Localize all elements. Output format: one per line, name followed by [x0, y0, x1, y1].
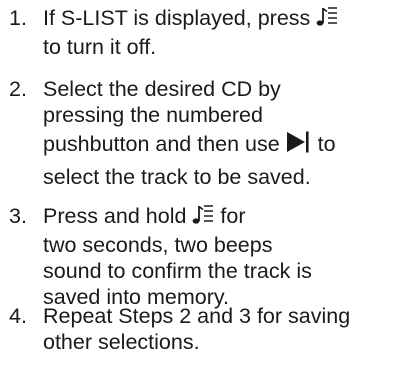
music-note-list-icon	[192, 204, 214, 232]
step-line: other selections.	[43, 330, 200, 354]
step-number: 4.	[9, 304, 27, 328]
step-body: Press and hold for two seconds, two beep…	[43, 203, 395, 310]
step-line: two seconds, two beeps	[43, 233, 273, 257]
music-note-list-icon	[316, 6, 338, 34]
step-body: Repeat Steps 2 and 3 for saving other se…	[43, 303, 395, 355]
step-body: Select the desired CD by pressing the nu…	[43, 76, 395, 190]
step-line: pressing the numbered	[43, 103, 263, 127]
step-text: for	[220, 204, 246, 228]
step-line: sound to confirm the track is	[43, 259, 312, 283]
step-2: 2. Select the desired CD by pressing the…	[9, 76, 395, 190]
step-number: 3.	[9, 204, 27, 228]
instructions-list: 1. If S-LIST is displayed, press to turn…	[0, 0, 399, 373]
step-text: pushbutton and then use	[43, 132, 280, 156]
step-line: to turn it off.	[43, 35, 157, 59]
step-body: If S-LIST is displayed, press to turn it…	[43, 5, 395, 60]
step-line: If S-LIST is displayed, press	[43, 5, 395, 34]
step-line: Press and hold for	[43, 203, 395, 232]
step-1: 1. If S-LIST is displayed, press to turn…	[9, 5, 395, 60]
step-text: If S-LIST is displayed, press	[43, 6, 311, 30]
step-line: Repeat Steps 2 and 3 for saving	[43, 304, 351, 328]
step-line: pushbutton and then use to	[43, 128, 395, 164]
step-line: Select the desired CD by	[43, 77, 281, 101]
step-line: select the track to be saved.	[43, 165, 311, 189]
step-number: 2.	[9, 77, 27, 101]
next-track-icon	[286, 130, 312, 164]
step-4: 4. Repeat Steps 2 and 3 for saving other…	[9, 303, 395, 355]
step-number: 1.	[9, 6, 27, 30]
step-text: to	[317, 132, 336, 156]
step-text: Press and hold	[43, 204, 187, 228]
step-3: 3. Press and hold for two seconds, two b…	[9, 203, 395, 310]
